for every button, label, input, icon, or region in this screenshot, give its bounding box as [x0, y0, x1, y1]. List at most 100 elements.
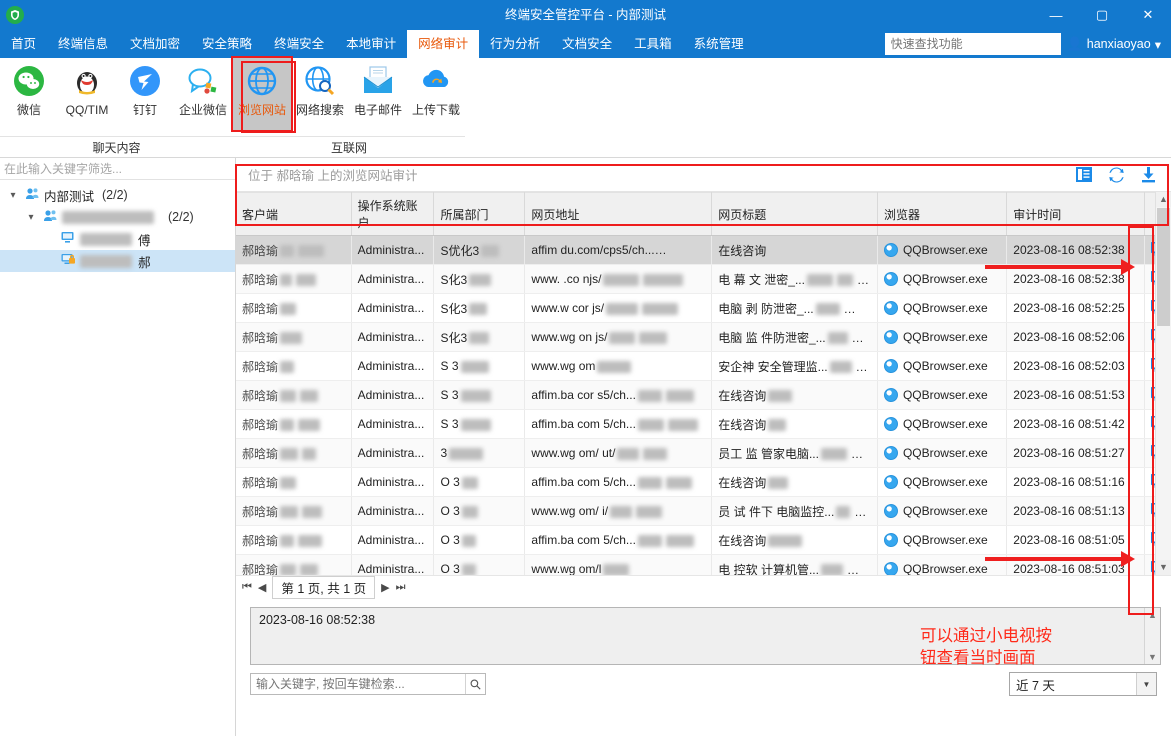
cell-dept: O 3: [434, 468, 525, 497]
table-col-header-1[interactable]: 操作系统账户: [351, 193, 434, 236]
ribbon-item-label: 电子邮件: [354, 103, 402, 117]
scroll-thumb[interactable]: [1157, 208, 1170, 326]
menu-item-1[interactable]: 终端信息: [47, 30, 119, 58]
expander-icon[interactable]: ▾: [24, 212, 38, 223]
ribbon-item-wecom[interactable]: 企业微信: [174, 58, 232, 130]
cell-url: affim.ba cor s5/ch...: [525, 381, 712, 410]
qqbrowser-icon: [884, 417, 898, 431]
ribbon-item-dingtalk[interactable]: 钉钉: [116, 58, 174, 130]
table-row[interactable]: 郝晗瑜Administra...O 3affim.ba com 5/ch...在…: [236, 468, 1171, 497]
cell-browser: QQBrowser.exe: [877, 555, 1006, 576]
ribbon-item-globe[interactable]: 浏览网站: [233, 58, 291, 130]
table-row[interactable]: 郝晗瑜Administra...O 3www.wg om/l电 控软 计算机管.…: [236, 555, 1171, 576]
title-text: 员 试 件下 电脑监控...: [718, 505, 834, 519]
detail-scrollbar[interactable]: ▲ ▼: [1144, 608, 1160, 664]
table-col-header-0[interactable]: 客户端: [236, 193, 351, 236]
table-row[interactable]: 郝晗瑜Administra...O 3www.wg om/ i/员 试 件下 电…: [236, 497, 1171, 526]
search-input[interactable]: [251, 674, 465, 694]
client-text: 郝晗瑜: [242, 418, 278, 432]
cell-account: Administra...: [351, 555, 434, 576]
cell-browser: QQBrowser.exe: [877, 236, 1006, 265]
redacted-label: [80, 233, 132, 246]
last-page-button[interactable]: ⏭: [396, 581, 406, 594]
ribbon-item-globe-search[interactable]: 网络搜索: [291, 58, 349, 130]
menu-item-2[interactable]: 文档加密: [119, 30, 191, 58]
redacted-text: [609, 332, 635, 344]
menu-item-10[interactable]: 系统管理: [683, 30, 755, 58]
menu-item-7[interactable]: 行为分析: [479, 30, 551, 58]
redacted-text: [768, 419, 786, 431]
table-row[interactable]: 郝晗瑜Administra...S优化3affim du.com/cps5/ch…: [236, 236, 1171, 265]
detail-scroll-down-icon[interactable]: ▼: [1148, 652, 1157, 662]
dept-text: S 3: [440, 417, 458, 431]
tree-node-3[interactable]: 郝: [0, 250, 235, 272]
maximize-button[interactable]: ▢: [1079, 0, 1125, 30]
menu-item-5[interactable]: 本地审计: [335, 30, 407, 58]
cell-time: 2023-08-16 08:51:05: [1007, 526, 1144, 555]
menu-item-4[interactable]: 终端安全: [263, 30, 335, 58]
export-icon[interactable]: [1139, 166, 1157, 184]
table-row[interactable]: 郝晗瑜Administra...S 3affim.ba cor s5/ch...…: [236, 381, 1171, 410]
table-row[interactable]: 郝晗瑜Administra...S化3www.wg on js/电脑 监 件防泄…: [236, 323, 1171, 352]
browser-text: QQBrowser.exe: [903, 533, 988, 547]
dept-text: O 3: [440, 533, 459, 547]
ribbon-item-envelope[interactable]: 电子邮件: [349, 58, 407, 130]
cell-title: 电 控软 计算机管...: [712, 555, 878, 576]
table-row[interactable]: 郝晗瑜Administra...S 3affim.ba com 5/ch...在…: [236, 410, 1171, 439]
wecom-icon: [184, 62, 222, 100]
ribbon-item-wechat[interactable]: 微信: [0, 58, 58, 130]
menu-item-3[interactable]: 安全策略: [191, 30, 263, 58]
search-icon[interactable]: [465, 674, 485, 694]
first-page-button[interactable]: ⏮: [242, 581, 252, 594]
tree-node-0[interactable]: ▾内部测试(2/2): [0, 184, 235, 206]
quick-search-input[interactable]: [885, 33, 1061, 55]
column-chooser-icon[interactable]: [1075, 166, 1093, 184]
menu-item-9[interactable]: 工具箱: [623, 30, 683, 58]
url-text: affim.ba cor s5/ch...: [531, 388, 636, 402]
grid-vertical-scrollbar[interactable]: ▲ ▼: [1155, 192, 1171, 575]
redacted-text: [469, 303, 487, 315]
menu-item-6[interactable]: 网络审计: [407, 30, 479, 58]
redacted-text: [699, 245, 712, 257]
scroll-up-arrow[interactable]: ▲: [1156, 192, 1171, 207]
redacted-text: [830, 361, 852, 373]
minimize-button[interactable]: —: [1033, 0, 1079, 30]
device-tree: ▾内部测试(2/2)▾(2/2)傅郝: [0, 180, 235, 272]
table-row[interactable]: 郝晗瑜Administra...O 3affim.ba com 5/ch...在…: [236, 526, 1171, 555]
cell-account: Administra...: [351, 526, 434, 555]
table-col-header-6[interactable]: 审计时间: [1007, 193, 1144, 236]
table-col-header-5[interactable]: 浏览器: [877, 193, 1006, 236]
expander-icon[interactable]: ▾: [6, 190, 20, 201]
table-row[interactable]: 郝晗瑜Administra...S化3www. .co njs/电 幕 文 泄密…: [236, 265, 1171, 294]
table-row[interactable]: 郝晗瑜Administra...S化3www.w cor js/电脑 剥 防泄密…: [236, 294, 1171, 323]
ribbon-item-cloud-sync[interactable]: 上传下载: [407, 58, 465, 130]
table-row[interactable]: 郝晗瑜Administra...3www.wg om/ ut/员工 监 管家电脑…: [236, 439, 1171, 468]
table-col-header-3[interactable]: 网页地址: [525, 193, 712, 236]
tree-node-2[interactable]: 傅: [0, 228, 235, 250]
table-row[interactable]: 郝晗瑜Administra...S 3www.wg om安企神 安全管理监...…: [236, 352, 1171, 381]
refresh-icon[interactable]: [1107, 166, 1125, 184]
client-text: 郝晗瑜: [242, 534, 278, 548]
ribbon-item-qq[interactable]: QQ/TIM: [58, 58, 116, 130]
browser-text: QQBrowser.exe: [903, 330, 988, 344]
window-controls: — ▢ ✕: [1033, 0, 1171, 30]
close-button[interactable]: ✕: [1125, 0, 1171, 30]
cell-browser: QQBrowser.exe: [877, 323, 1006, 352]
scroll-down-arrow[interactable]: ▼: [1156, 560, 1171, 575]
tree-node-1[interactable]: ▾ (2/2): [0, 206, 235, 228]
tree-filter-input[interactable]: 在此输入关键字筛选...: [0, 158, 235, 180]
title-text: 电 幕 文 泄密_...: [718, 273, 805, 287]
time-range-select[interactable]: 近 7 天 ▼: [1009, 672, 1157, 696]
menu-item-8[interactable]: 文档安全: [551, 30, 623, 58]
detail-scroll-up-icon[interactable]: ▲: [1148, 610, 1157, 620]
menu-item-0[interactable]: 首页: [0, 30, 47, 58]
tree-node-count: (2/2): [168, 210, 194, 224]
table-col-header-2[interactable]: 所属部门: [434, 193, 525, 236]
next-page-button[interactable]: ▶: [381, 581, 389, 594]
table-col-header-4[interactable]: 网页标题: [712, 193, 878, 236]
ribbon-item-label: 网络搜索: [296, 103, 344, 117]
redacted-text: [461, 390, 491, 402]
prev-page-button[interactable]: ◀: [258, 581, 266, 594]
ribbon-item-label: 上传下载: [412, 103, 460, 117]
user-menu[interactable]: 👤 hanxiaoyao ▾: [1067, 36, 1171, 52]
